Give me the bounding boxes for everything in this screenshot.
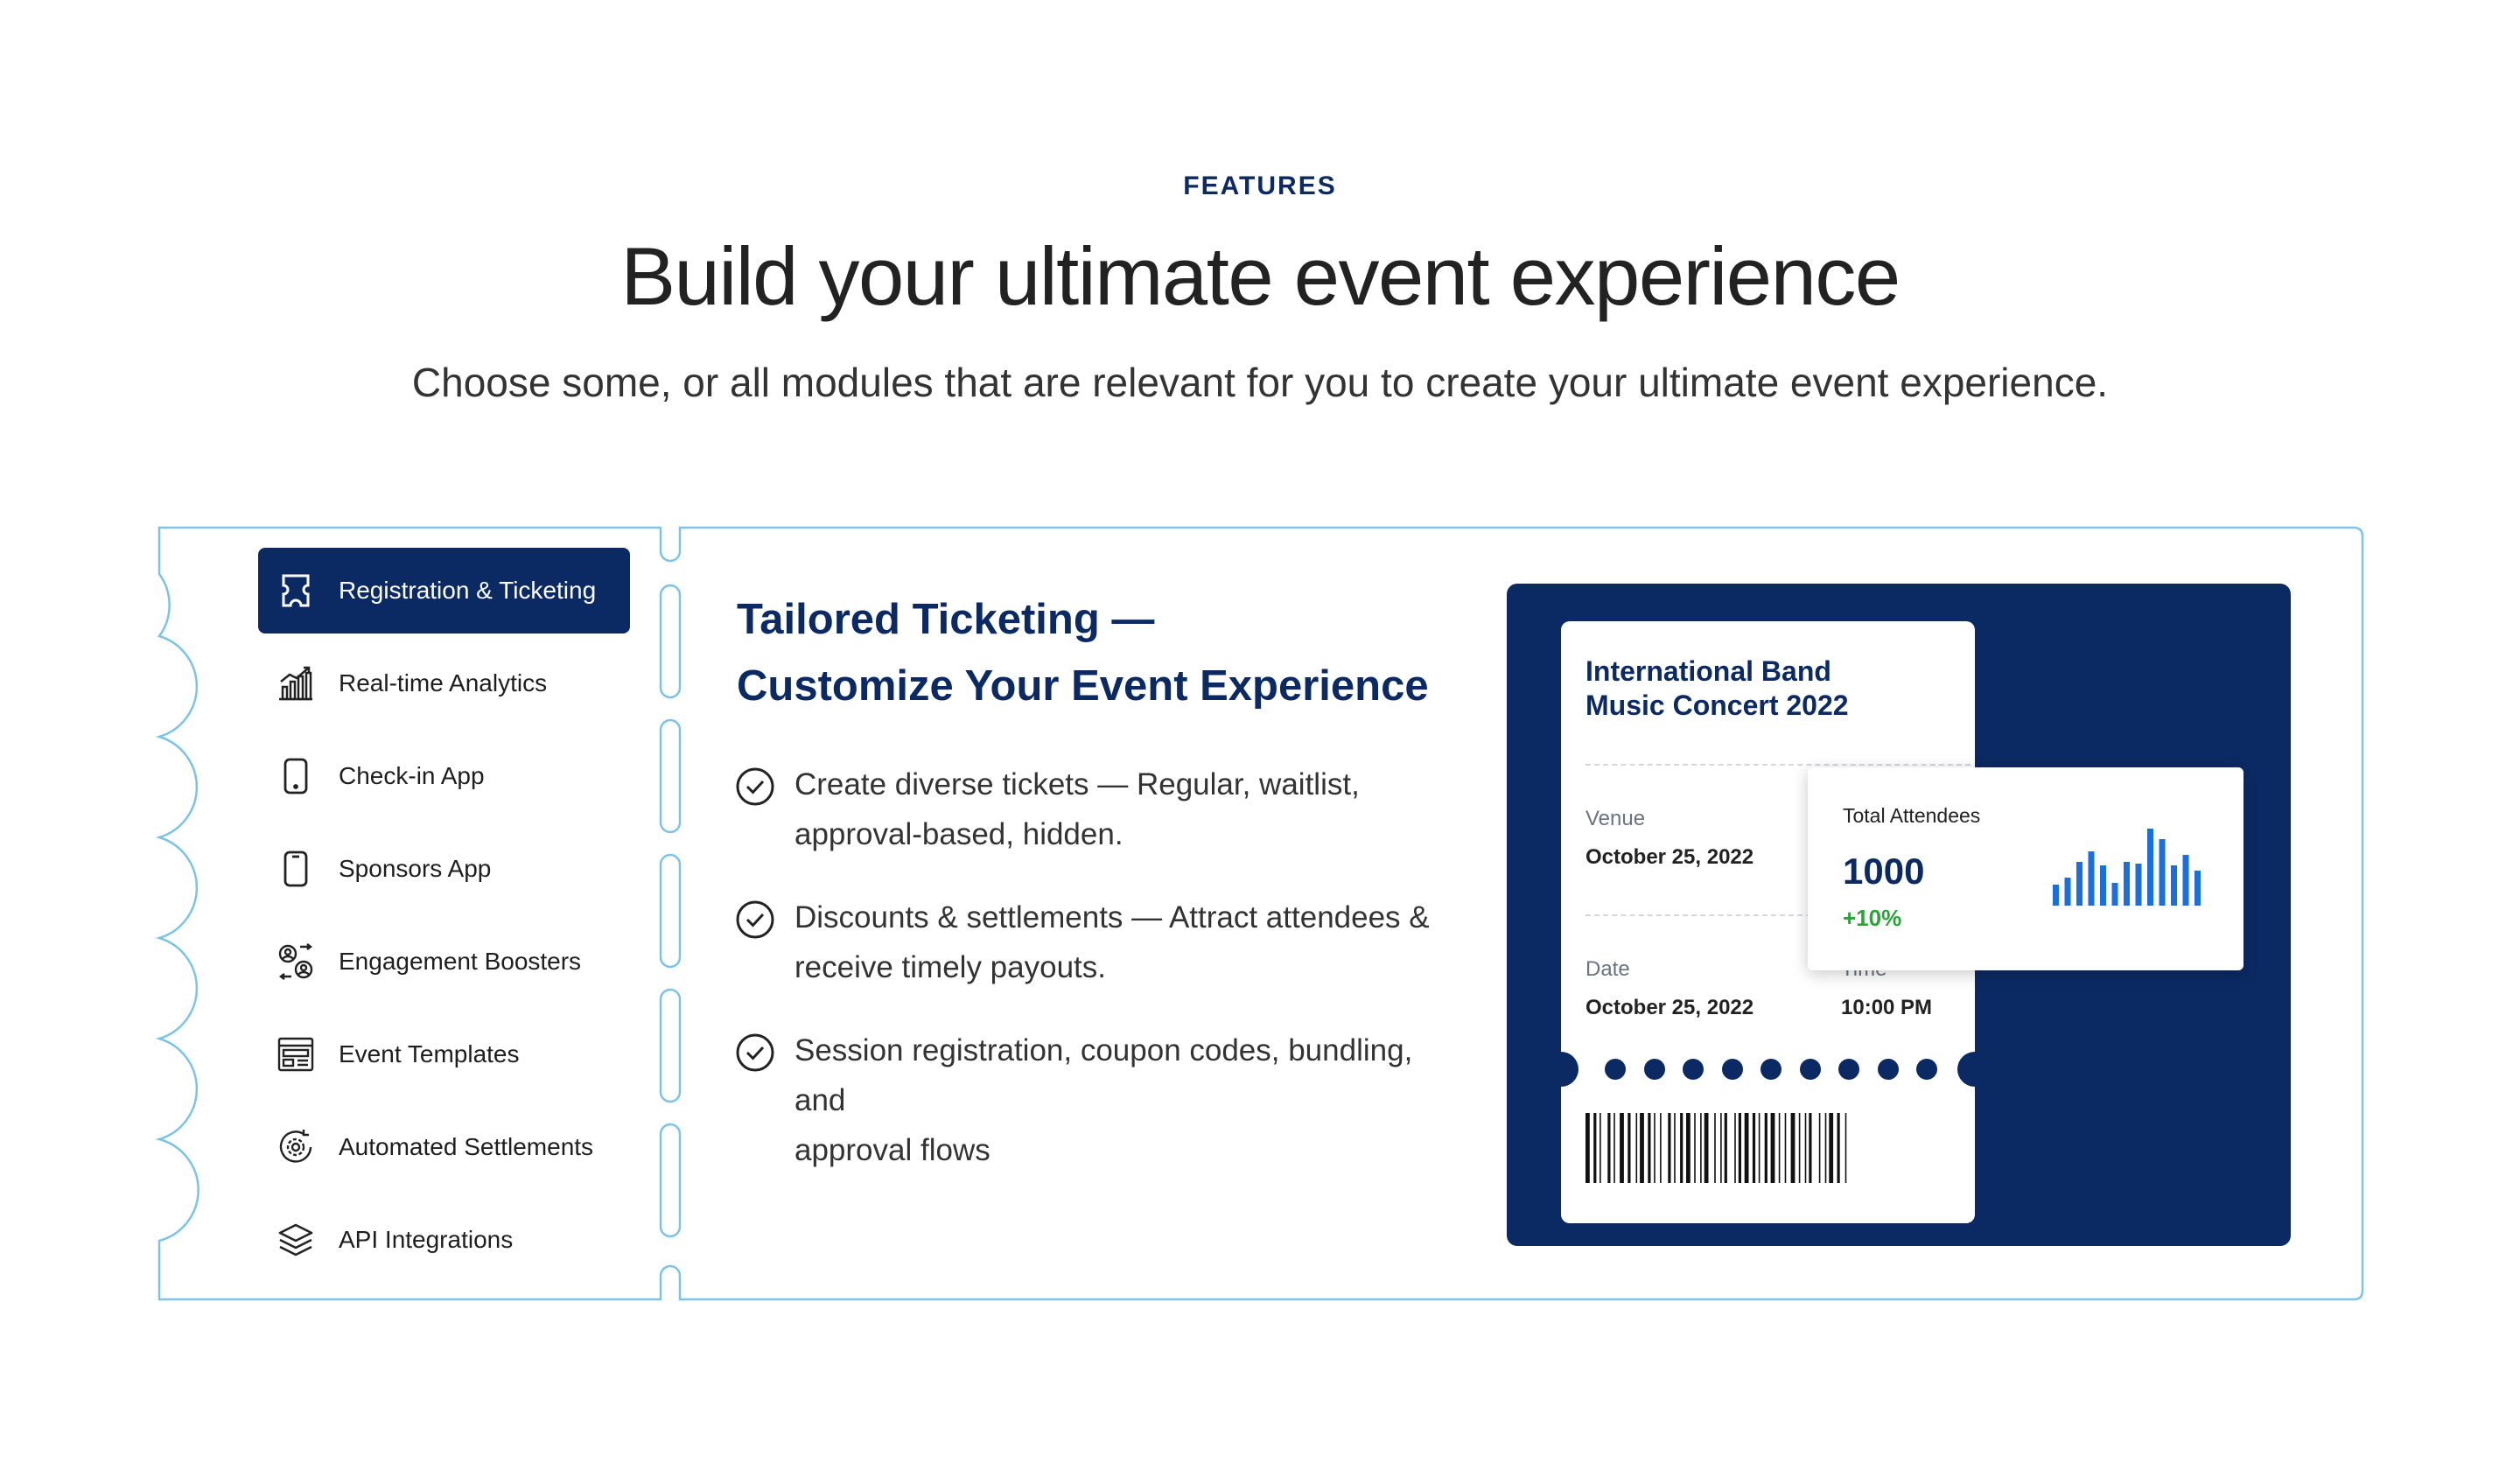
sidebar-item-label: Registration & Ticketing xyxy=(339,577,597,604)
feature-title: Tailored Ticketing — Customize Your Even… xyxy=(737,586,1454,719)
template-layout-icon xyxy=(277,1036,314,1073)
sidebar-item-check-in-app[interactable]: Check-in App xyxy=(258,733,630,819)
mini-chart-bar xyxy=(2076,862,2082,906)
mobile-phone-icon xyxy=(277,758,314,794)
feature-bullet-line: receive timely payouts. xyxy=(794,950,1106,984)
ticket-notch xyxy=(1957,1052,1975,1087)
feature-bullet: Session registration, coupon codes, bund… xyxy=(735,1026,1470,1175)
feature-bullet: Discounts & settlements — Attract attend… xyxy=(735,892,1470,992)
ticket-divider xyxy=(1586,764,1970,766)
check-circle-icon xyxy=(736,900,774,939)
total-attendees-label: Total Attendees xyxy=(1843,804,1981,827)
sidebar-item-label: Engagement Boosters xyxy=(339,948,582,975)
sidebar-item-engagement-boosters[interactable]: Engagement Boosters xyxy=(258,919,630,1004)
ticket-perforation xyxy=(1605,1059,1956,1080)
mobile-phone-icon xyxy=(277,850,314,887)
mini-chart-bar xyxy=(2064,878,2071,906)
features-eyebrow: FEATURES xyxy=(1183,172,1337,200)
feature-bullet-line: Session registration, coupon codes, bund… xyxy=(794,1033,1413,1117)
sidebar-item-real-time-analytics[interactable]: Real-time Analytics xyxy=(258,640,630,726)
mini-chart-bar xyxy=(2159,839,2166,906)
sidebar-item-label: Sponsors App xyxy=(339,855,492,882)
check-circle-icon xyxy=(736,1033,774,1072)
feature-bullet-line: approval flows xyxy=(794,1133,990,1167)
mini-chart-bar xyxy=(2171,865,2177,906)
engagement-people-icon xyxy=(277,943,314,980)
venue-value: October 25, 2022 xyxy=(1586,845,1754,869)
features-heading: Build your ultimate event experience xyxy=(620,230,1900,322)
venue-label: Venue xyxy=(1586,807,1646,830)
sidebar-item-sponsors-app[interactable]: Sponsors App xyxy=(258,826,630,912)
ticket-icon xyxy=(277,572,314,609)
feature-title-line1: Tailored Ticketing — xyxy=(737,596,1155,643)
sidebar-item-automated-settlements[interactable]: Automated Settlements xyxy=(258,1104,630,1190)
mini-chart-bar xyxy=(2053,885,2059,906)
mini-chart-bar xyxy=(2100,865,2106,906)
sidebar-item-label: Automated Settlements xyxy=(339,1133,594,1160)
mini-chart-bar xyxy=(2111,883,2118,906)
feature-title-line2: Customize Your Event Experience xyxy=(737,662,1429,710)
ticket-title-line2: Music Concert 2022 xyxy=(1586,690,1849,721)
mini-chart-bar xyxy=(2182,855,2189,906)
sidebar-item-event-templates[interactable]: Event Templates xyxy=(258,1012,630,1097)
sidebar-item-registration-ticketing[interactable]: Registration & Ticketing xyxy=(258,548,630,634)
mini-chart-bar xyxy=(2135,864,2142,906)
date-value: October 25, 2022 xyxy=(1586,996,1754,1019)
barcode-image xyxy=(1586,1113,1847,1183)
sidebar-item-label: Event Templates xyxy=(339,1040,520,1068)
feature-bullet-line: Discounts & settlements — Attract attend… xyxy=(794,900,1430,934)
layers-icon xyxy=(277,1222,314,1258)
settlement-gear-icon xyxy=(277,1129,314,1166)
time-value: 10:00 PM xyxy=(1841,996,1933,1019)
sidebar-item-label: Check-in App xyxy=(339,762,485,789)
ticket-title: International Band Music Concert 2022 xyxy=(1586,654,1849,723)
ticket-notch xyxy=(1561,1052,1578,1087)
feature-bullet-line: Create diverse tickets — Regular, waitli… xyxy=(794,767,1360,802)
sidebar-item-label: API Integrations xyxy=(339,1226,514,1253)
mini-chart-bar xyxy=(2147,829,2153,906)
features-subheading: Choose some, or all modules that are rel… xyxy=(411,360,2109,405)
mini-chart-bar xyxy=(2194,871,2201,906)
attendee-stats-card: Total Attendees 1000 +10% xyxy=(1808,767,2244,970)
attendees-delta: +10% xyxy=(1843,905,1902,931)
total-attendees-value: 1000 xyxy=(1843,850,1925,892)
attendees-mini-bar-chart xyxy=(2053,829,2201,906)
date-label: Date xyxy=(1586,957,1630,981)
mini-chart-bar xyxy=(2124,862,2130,906)
sidebar-item-api-integrations[interactable]: API Integrations xyxy=(258,1197,630,1283)
ticket-title-line1: International Band xyxy=(1586,655,1831,687)
analytics-chart-icon xyxy=(277,665,314,702)
feature-bullet-line: approval-based, hidden. xyxy=(794,817,1124,851)
sidebar-item-label: Real-time Analytics xyxy=(339,669,548,696)
feature-bullet: Create diverse tickets — Regular, waitli… xyxy=(735,760,1470,859)
mini-chart-bar xyxy=(2088,851,2095,906)
check-circle-icon xyxy=(736,767,774,806)
